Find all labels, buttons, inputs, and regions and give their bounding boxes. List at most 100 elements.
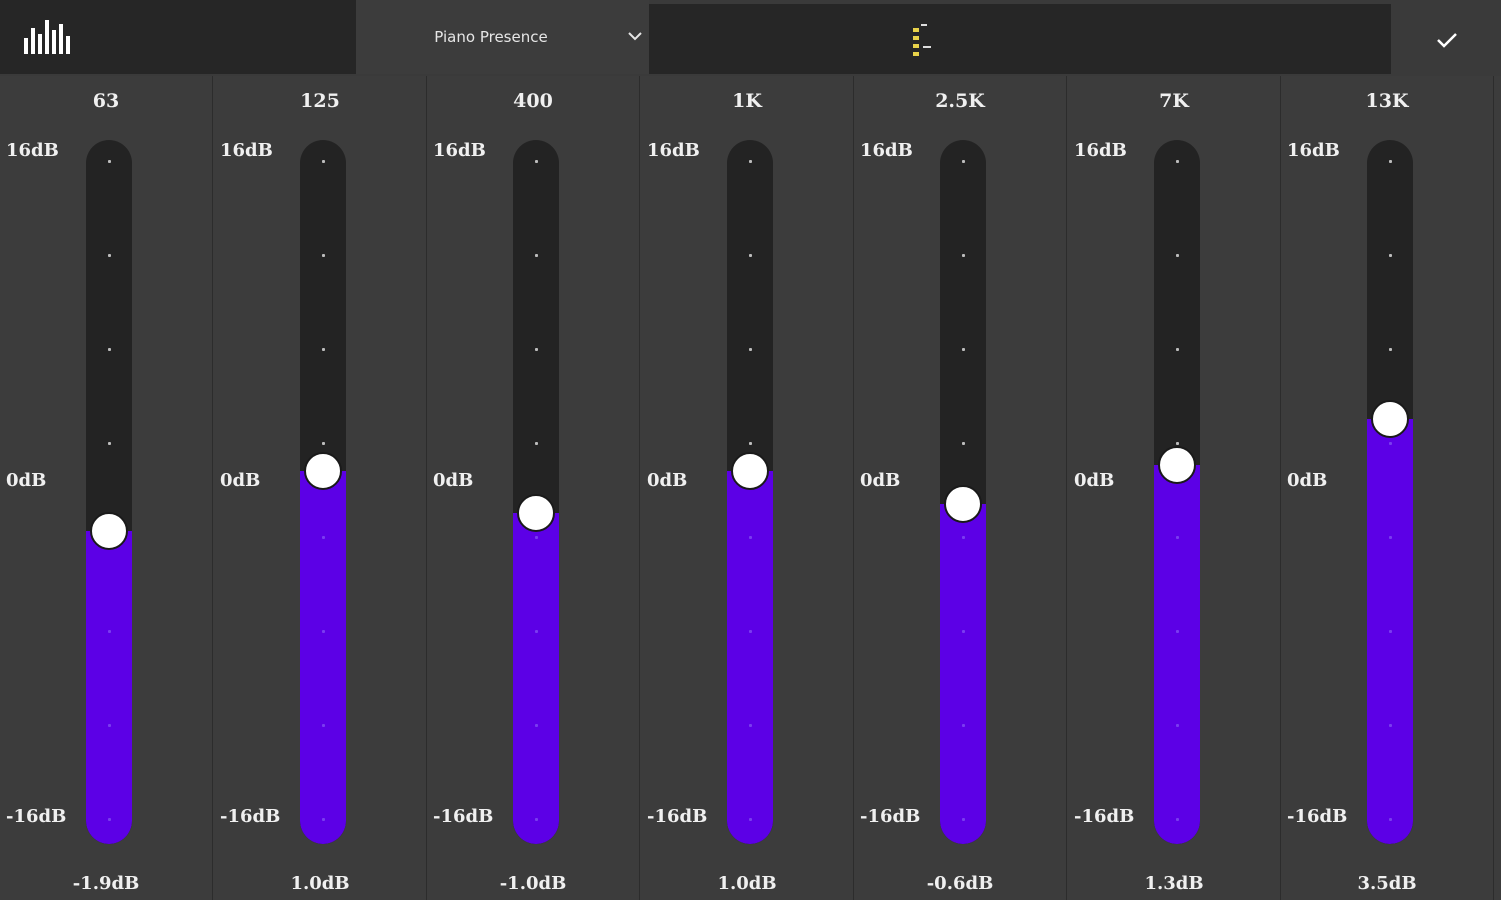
- band-value-label: 1.3dB: [1144, 873, 1204, 894]
- slider-tick: [535, 536, 538, 539]
- top-toolbar: Piano Presence: [0, 0, 1501, 76]
- scale-min-label: -16dB: [6, 806, 67, 827]
- chevron-down-icon: [628, 32, 642, 41]
- eq-slider-thumb[interactable]: [1158, 446, 1196, 485]
- level-indicator-area: [649, 4, 1391, 74]
- scale-min-label: -16dB: [1074, 806, 1135, 827]
- scale-zero-label: 0dB: [860, 470, 901, 491]
- slider-tick: [535, 348, 538, 351]
- eq-slider-thumb[interactable]: [517, 493, 555, 532]
- app-logo-area: [0, 0, 356, 74]
- scale-zero-label: 0dB: [6, 470, 47, 491]
- scale-max-label: 16dB: [860, 140, 913, 161]
- slider-tick: [1176, 536, 1179, 539]
- eq-band: 400 16dB 0dB -16dB -1.0dB: [427, 76, 640, 900]
- slider-tick: [1389, 442, 1392, 445]
- band-frequency-label: 63: [92, 90, 120, 112]
- slider-tick: [962, 536, 965, 539]
- slider-tick: [1176, 724, 1179, 727]
- eq-slider-fill: [513, 512, 559, 844]
- scale-min-label: -16dB: [860, 806, 921, 827]
- slider-tick: [749, 818, 752, 821]
- equalizer-bars-icon: [24, 20, 70, 54]
- band-frequency-label: 13K: [1365, 90, 1409, 112]
- band-frequency-label: 125: [300, 90, 340, 112]
- slider-tick: [1176, 442, 1179, 445]
- slider-tick: [749, 442, 752, 445]
- slider-tick: [1389, 536, 1392, 539]
- eq-slider-fill: [1154, 465, 1200, 844]
- confirm-button[interactable]: [1397, 4, 1497, 74]
- eq-band: 2.5K 16dB 0dB -16dB -0.6dB: [854, 76, 1067, 900]
- slider-tick: [749, 160, 752, 163]
- eq-slider-track[interactable]: [727, 140, 773, 844]
- scale-zero-label: 0dB: [433, 470, 474, 491]
- eq-slider-track[interactable]: [1154, 140, 1200, 844]
- band-value-label: -1.9dB: [72, 873, 140, 894]
- band-frequency-label: 400: [513, 90, 553, 112]
- scale-zero-label: 0dB: [220, 470, 261, 491]
- slider-tick: [1176, 348, 1179, 351]
- slider-tick: [962, 442, 965, 445]
- slider-tick: [535, 818, 538, 821]
- slider-tick: [1176, 630, 1179, 633]
- slider-tick: [749, 254, 752, 257]
- scale-min-label: -16dB: [1287, 806, 1348, 827]
- slider-tick: [1389, 724, 1392, 727]
- eq-slider-fill: [300, 471, 346, 844]
- slider-tick: [535, 630, 538, 633]
- slider-tick: [322, 818, 325, 821]
- slider-tick: [749, 724, 752, 727]
- band-value-label: 3.5dB: [1357, 873, 1417, 894]
- scale-min-label: -16dB: [433, 806, 494, 827]
- slider-tick: [535, 442, 538, 445]
- slider-tick: [749, 348, 752, 351]
- slider-tick: [322, 254, 325, 257]
- slider-tick: [322, 160, 325, 163]
- eq-slider-track[interactable]: [86, 140, 132, 844]
- slider-tick: [535, 254, 538, 257]
- eq-slider-track[interactable]: [513, 140, 559, 844]
- eq-slider-fill: [940, 504, 986, 844]
- slider-tick: [108, 442, 111, 445]
- slider-tick: [535, 160, 538, 163]
- band-frequency-label: 7K: [1159, 90, 1189, 112]
- scale-min-label: -16dB: [220, 806, 281, 827]
- slider-tick: [1389, 818, 1392, 821]
- band-frequency-label: 1K: [732, 90, 762, 112]
- slider-tick: [108, 348, 111, 351]
- slider-tick: [322, 348, 325, 351]
- eq-slider-thumb[interactable]: [304, 452, 342, 491]
- eq-slider-fill: [86, 531, 132, 844]
- eq-slider-thumb[interactable]: [731, 452, 769, 491]
- eq-slider-track[interactable]: [1367, 140, 1413, 844]
- slider-tick: [1389, 160, 1392, 163]
- eq-slider-track[interactable]: [300, 140, 346, 844]
- slider-tick: [749, 630, 752, 633]
- eq-band: 13K 16dB 0dB -16dB 3.5dB: [1281, 76, 1494, 900]
- slider-tick: [108, 818, 111, 821]
- slider-tick: [1389, 254, 1392, 257]
- scale-max-label: 16dB: [220, 140, 273, 161]
- preset-dropdown[interactable]: Piano Presence: [356, 0, 649, 74]
- slider-tick: [1176, 160, 1179, 163]
- slider-tick: [108, 724, 111, 727]
- slider-tick: [1389, 348, 1392, 351]
- mini-level-icon: [913, 24, 931, 56]
- slider-tick: [322, 724, 325, 727]
- slider-tick: [962, 160, 965, 163]
- slider-tick: [108, 160, 111, 163]
- slider-tick: [1389, 630, 1392, 633]
- slider-tick: [962, 724, 965, 727]
- scale-zero-label: 0dB: [1074, 470, 1115, 491]
- scale-zero-label: 0dB: [647, 470, 688, 491]
- eq-band: 1K 16dB 0dB -16dB 1.0dB: [641, 76, 854, 900]
- scale-max-label: 16dB: [1074, 140, 1127, 161]
- slider-tick: [535, 724, 538, 727]
- slider-tick: [1176, 818, 1179, 821]
- slider-tick: [108, 254, 111, 257]
- eq-slider-fill: [727, 471, 773, 844]
- band-frequency-label: 2.5K: [935, 90, 985, 112]
- slider-tick: [962, 630, 965, 633]
- eq-band: 63 16dB 0dB -16dB -1.9dB: [0, 76, 213, 900]
